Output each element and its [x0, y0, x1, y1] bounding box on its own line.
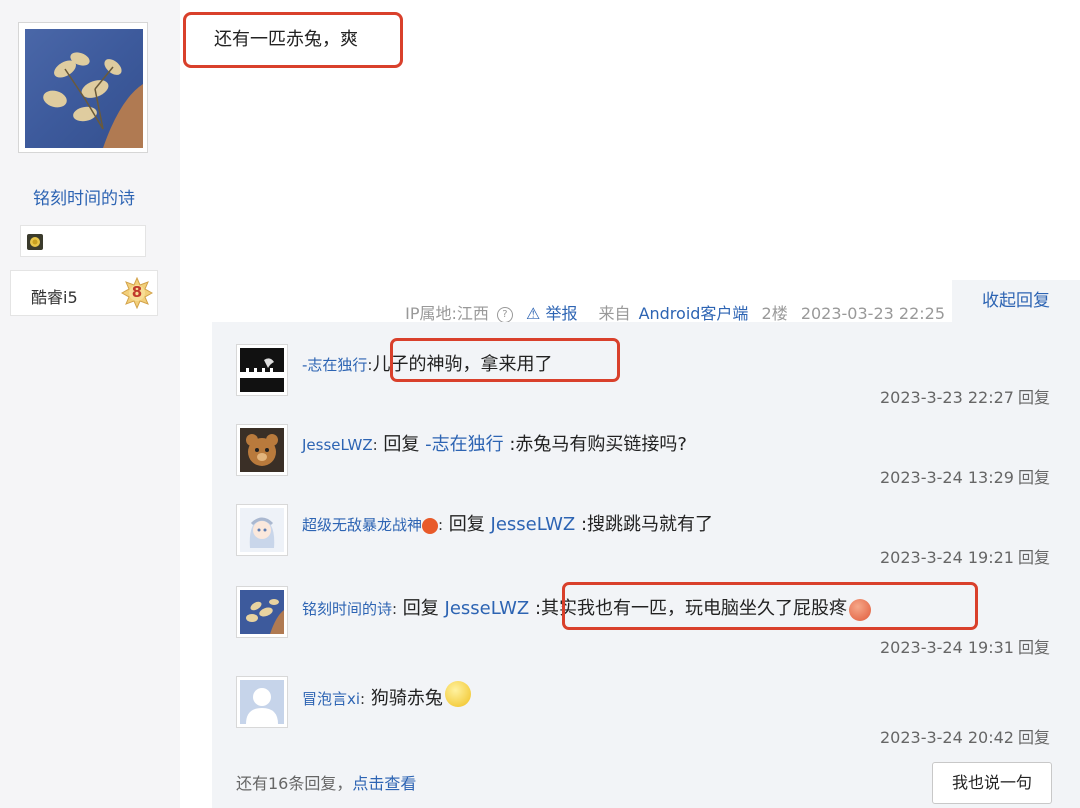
floor-number: 2楼	[761, 304, 788, 323]
reply-target-user[interactable]: -志在独行	[425, 434, 504, 455]
reply-highlight-box	[390, 338, 620, 382]
collapse-replies-button[interactable]: 收起回复	[952, 280, 1080, 322]
reply-text: :赤兔马有购买链接吗?	[503, 434, 687, 455]
reply-compose-button[interactable]: 我也说一句	[932, 762, 1052, 804]
client-source: 来自 Android客户端	[598, 304, 749, 323]
author-sidebar: 铭刻时间的诗 酷睿i5 8	[0, 0, 180, 808]
reply-username[interactable]: 铭刻时间的诗	[302, 600, 392, 618]
reply-username[interactable]: JesseLWZ	[302, 436, 373, 454]
angry-emoji-icon	[422, 517, 439, 534]
post-meta-row: IP属地:江西? ⚠ 举报 来自 Android客户端 2楼 2023-03-23…	[0, 300, 945, 323]
reply-meta: 2023-3-23 22:27 回复	[880, 384, 1050, 408]
reply-target-user[interactable]: JesseLWZ	[445, 598, 530, 619]
reply-avatar[interactable]	[236, 424, 288, 476]
author-avatar[interactable]	[18, 22, 148, 153]
reply-line: JesseLWZ: 回复 -志在独行 :赤兔马有购买链接吗?	[302, 434, 687, 455]
author-name[interactable]: 铭刻时间的诗	[0, 184, 168, 209]
help-icon[interactable]: ?	[496, 306, 513, 323]
more-replies: 还有16条回复，点击查看	[236, 774, 417, 793]
reply-avatar[interactable]	[236, 504, 288, 556]
reply-button[interactable]: 回复	[1018, 388, 1050, 407]
view-more-link[interactable]: 点击查看	[352, 774, 416, 793]
ip-location: IP属地:江西?	[397, 304, 513, 323]
reply-button[interactable]: 回复	[1018, 638, 1050, 657]
post-text: 还有一匹赤兔，爽	[214, 29, 358, 50]
reply-button[interactable]: 回复	[1018, 728, 1050, 747]
reply-time: 2023-3-24 19:21	[879, 548, 1014, 567]
reply-button[interactable]: 回复	[1018, 468, 1050, 487]
reply-avatar[interactable]	[236, 586, 288, 638]
reply-time: 2023-3-24 20:42	[879, 728, 1014, 747]
reply-avatar[interactable]	[236, 344, 288, 396]
reply-time: 2023-3-24 19:31	[879, 638, 1014, 657]
reply-time: 2023-3-24 13:29	[879, 468, 1014, 487]
reply-username[interactable]: 超级无敌暴龙战神	[302, 516, 422, 534]
author-badge-row	[20, 225, 146, 257]
reply-meta: 2023-3-24 19:31 回复	[880, 634, 1050, 658]
reply-text: 狗骑赤兔	[370, 688, 443, 709]
reply-meta: 2023-3-24 13:29 回复	[880, 464, 1050, 488]
reply-avatar[interactable]	[236, 676, 288, 728]
client-link[interactable]: Android客户端	[639, 304, 749, 323]
reply-meta: 2023-3-24 20:42 回复	[880, 724, 1050, 748]
reply-username[interactable]: 冒泡言xi	[302, 690, 360, 708]
post-datetime: 2023-03-23 22:25	[800, 304, 945, 323]
reply-text: :搜跳跳马就有了	[575, 514, 714, 535]
reply-target-user[interactable]: JesseLWZ	[491, 514, 576, 535]
badge-flower-icon[interactable]	[27, 234, 43, 250]
reply-panel: -志在独行:儿子的神驹，拿来用了 2023-3-23 22:27 回复 Jesse…	[212, 322, 1080, 808]
reply-meta: 2023-3-24 19:21 回复	[880, 544, 1050, 568]
reply-username[interactable]: -志在独行	[302, 356, 367, 374]
report-link[interactable]: ⚠ 举报	[526, 304, 577, 323]
level-number: 8	[131, 283, 143, 301]
reply-line: 冒泡言xi: 狗骑赤兔	[302, 680, 471, 713]
reply-line: 超级无敌暴龙战神: 回复 JesseLWZ :搜跳跳马就有了	[302, 514, 714, 535]
reply-button[interactable]: 回复	[1018, 548, 1050, 567]
reply-highlight-box	[562, 582, 978, 630]
post-highlight-box: 还有一匹赤兔，爽	[183, 12, 403, 68]
grin-emoji-icon	[444, 680, 471, 707]
avatar-image	[25, 29, 143, 148]
reply-time: 2023-3-23 22:27	[879, 388, 1014, 407]
